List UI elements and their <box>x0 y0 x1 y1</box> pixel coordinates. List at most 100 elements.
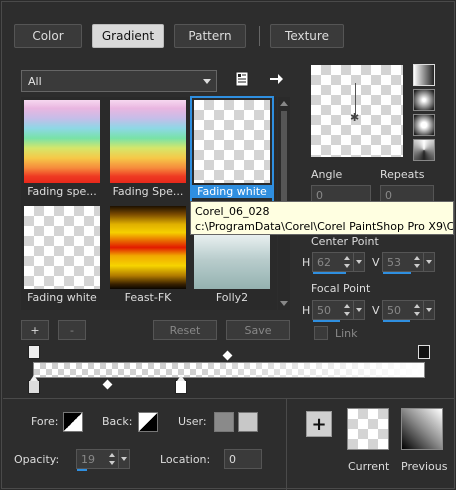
divider <box>3 398 455 399</box>
remove-gradient-button[interactable]: - <box>58 320 86 340</box>
focal-v-label: V <box>372 304 380 317</box>
reset-button[interactable]: Reset <box>153 320 217 340</box>
center-point-label: Center Point <box>311 235 379 248</box>
center-h-label: H <box>302 256 311 269</box>
tab-color[interactable]: Color <box>14 24 82 48</box>
add-to-swatches-button[interactable]: + <box>306 411 332 437</box>
back-color-swatch[interactable] <box>138 412 158 432</box>
fore-color-swatch[interactable] <box>63 412 83 432</box>
user-label: User: <box>178 415 207 428</box>
library-button[interactable] <box>232 69 252 89</box>
spinner-arrows-icon[interactable] <box>412 302 422 318</box>
focal-v-fill <box>383 320 410 322</box>
center-point-icon: ✱ <box>350 111 360 124</box>
linear-style-button[interactable] <box>413 64 435 86</box>
gradient-thumbnail <box>194 100 270 183</box>
tab-pattern[interactable]: Pattern <box>174 24 246 48</box>
chevron-down-icon[interactable] <box>353 253 364 271</box>
gradient-preview[interactable]: ✱ <box>311 65 403 157</box>
focal-v-spinner[interactable]: 50 <box>382 300 435 322</box>
gradient-item[interactable]: Fading Spe... <box>107 97 189 203</box>
gradient-item-selected[interactable]: Fading white <box>190 96 274 204</box>
focal-h-value: 50 <box>317 303 331 317</box>
center-h-fill <box>313 272 346 274</box>
link-checkbox[interactable] <box>314 326 328 340</box>
opacity-label: Opacity: <box>14 453 60 466</box>
opacity-fill <box>77 469 87 471</box>
gradient-thumbnail <box>24 206 100 289</box>
current-swatch[interactable] <box>347 408 389 450</box>
focal-v-value: 50 <box>387 303 401 317</box>
center-h-value: 62 <box>317 255 331 269</box>
chevron-down-icon[interactable] <box>423 253 434 271</box>
repeats-value: 0 <box>385 188 392 202</box>
gradient-item[interactable]: Feast-FK <box>107 203 189 309</box>
transparency-midpoint[interactable] <box>222 350 233 361</box>
link-label: Link <box>335 327 358 340</box>
radial-style-button[interactable] <box>413 139 435 161</box>
scroll-down-icon[interactable] <box>280 301 288 306</box>
color-stop-left[interactable] <box>28 375 40 394</box>
user-color-swatch[interactable] <box>214 412 234 432</box>
save-button[interactable]: Save <box>226 320 290 340</box>
color-midpoint[interactable] <box>102 379 113 390</box>
spinner-arrows-icon[interactable] <box>342 302 352 318</box>
tab-texture[interactable]: Texture <box>270 24 344 48</box>
location-label: Location: <box>160 453 211 466</box>
library-icon <box>235 71 249 87</box>
gradient-thumbnail <box>110 100 186 183</box>
gradient-label: Fading spe... <box>27 185 97 198</box>
tooltip-title: Corel_06_028 <box>195 205 270 218</box>
spinner-arrows-icon[interactable] <box>107 451 117 467</box>
location-value: 0 <box>229 452 236 466</box>
back-label: Back: <box>102 415 133 428</box>
sunburst-style-button[interactable] <box>413 114 435 136</box>
center-h-spinner[interactable]: 62 <box>312 252 365 274</box>
spinner-arrows-icon[interactable] <box>342 254 352 270</box>
gradient-thumbnail <box>110 206 186 289</box>
center-v-label: V <box>372 256 380 269</box>
focal-h-label: H <box>302 304 311 317</box>
chevron-down-icon[interactable] <box>423 301 434 319</box>
category-dropdown-value: All <box>28 74 42 88</box>
transparency-stop-right[interactable] <box>418 345 430 359</box>
divider <box>286 399 287 490</box>
rectangular-style-button[interactable] <box>413 89 435 111</box>
focal-h-fill <box>313 320 340 322</box>
current-label: Current <box>348 460 390 473</box>
fore-label: Fore: <box>31 415 59 428</box>
chevron-down-icon <box>203 79 211 84</box>
transparency-stop-left[interactable] <box>28 345 40 359</box>
angle-label: Angle <box>311 168 343 181</box>
gradient-bar[interactable] <box>33 362 425 378</box>
color-stop-selected[interactable] <box>175 375 187 394</box>
tab-gradient[interactable]: Gradient <box>92 24 164 48</box>
tooltip-path: c:\ProgramData\Corel\Corel PaintShop Pro… <box>195 220 454 233</box>
open-resource-button[interactable] <box>266 69 286 89</box>
arrow-right-icon <box>270 74 283 84</box>
opacity-spinner[interactable]: 19 <box>76 449 130 471</box>
category-dropdown[interactable]: All <box>21 70 217 92</box>
plus-icon: + <box>311 413 327 435</box>
focal-point-label: Focal Point <box>311 282 371 295</box>
user-color-swatch-2[interactable] <box>238 412 258 432</box>
gradient-label: Folly2 <box>215 291 249 304</box>
center-v-spinner[interactable]: 53 <box>382 252 435 274</box>
previous-swatch[interactable] <box>401 408 443 450</box>
chevron-down-icon[interactable] <box>353 301 364 319</box>
center-v-fill <box>383 272 411 274</box>
location-input[interactable]: 0 <box>224 449 262 469</box>
previous-label: Previous <box>401 460 448 473</box>
gradient-thumbnail <box>24 100 100 183</box>
add-gradient-button[interactable]: + <box>21 320 49 340</box>
gradient-label: Fading Spe... <box>112 185 184 198</box>
focal-h-spinner[interactable]: 50 <box>312 300 365 322</box>
gradient-item[interactable]: Fading spe... <box>21 97 103 203</box>
gradient-label: Fading white <box>191 185 273 198</box>
scroll-up-icon[interactable] <box>280 101 288 106</box>
gradient-tooltip: Corel_06_028 c:\ProgramData\Corel\Corel … <box>190 201 454 235</box>
material-properties-dialog: Color Gradient Pattern Texture All Fadin… <box>1 1 455 490</box>
spinner-arrows-icon[interactable] <box>412 254 422 270</box>
gradient-item[interactable]: Fading white <box>21 203 103 309</box>
chevron-down-icon[interactable] <box>118 450 129 468</box>
